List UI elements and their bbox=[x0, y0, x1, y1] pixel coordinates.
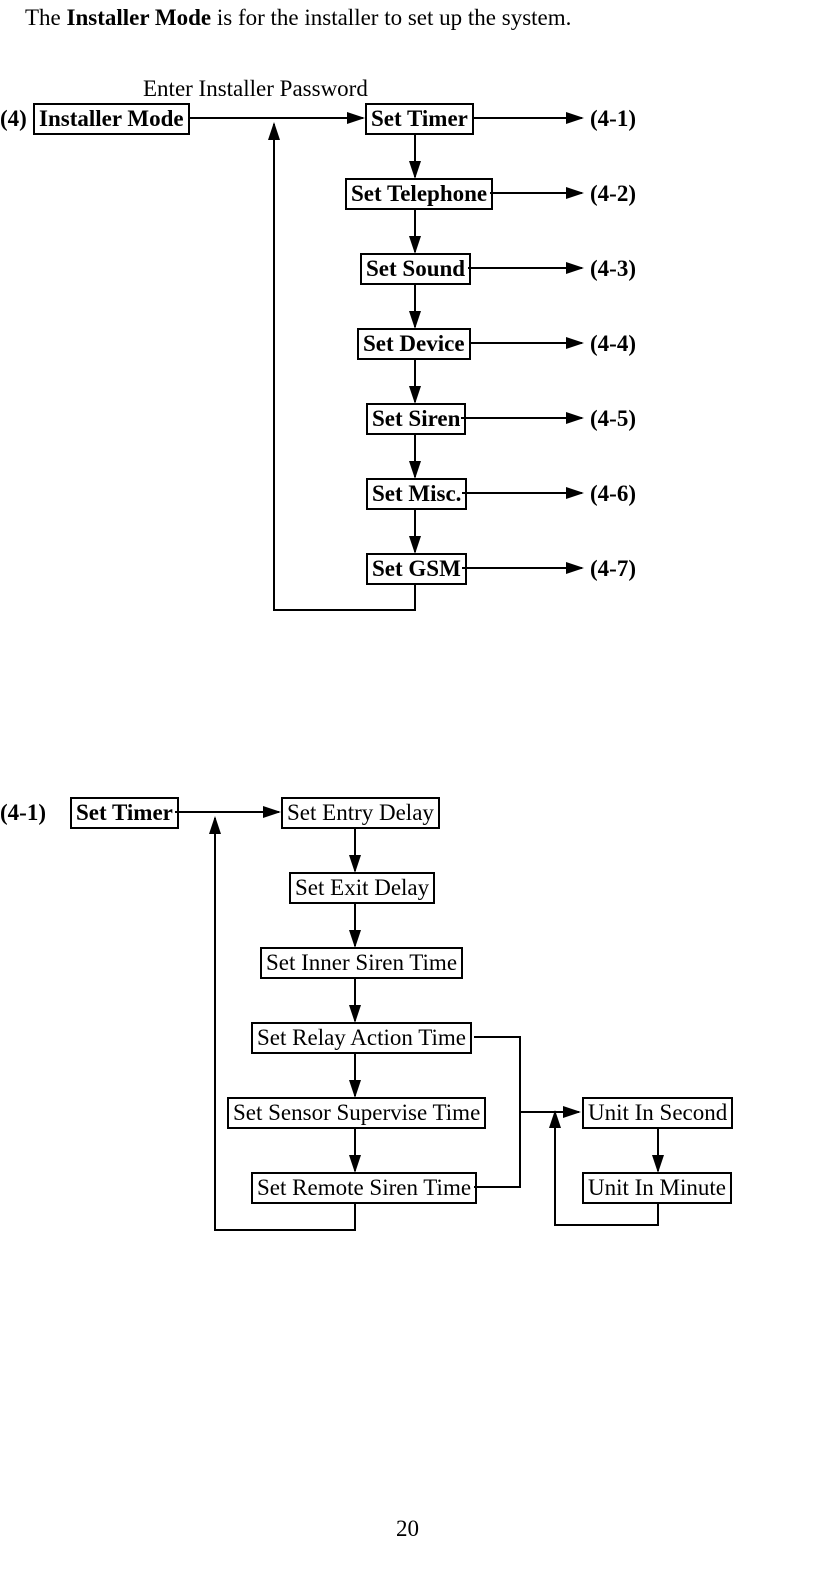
page-number: 20 bbox=[0, 1516, 815, 1542]
page: The Installer Mode is for the installer … bbox=[0, 0, 815, 1570]
flow-arrows bbox=[0, 0, 815, 1570]
